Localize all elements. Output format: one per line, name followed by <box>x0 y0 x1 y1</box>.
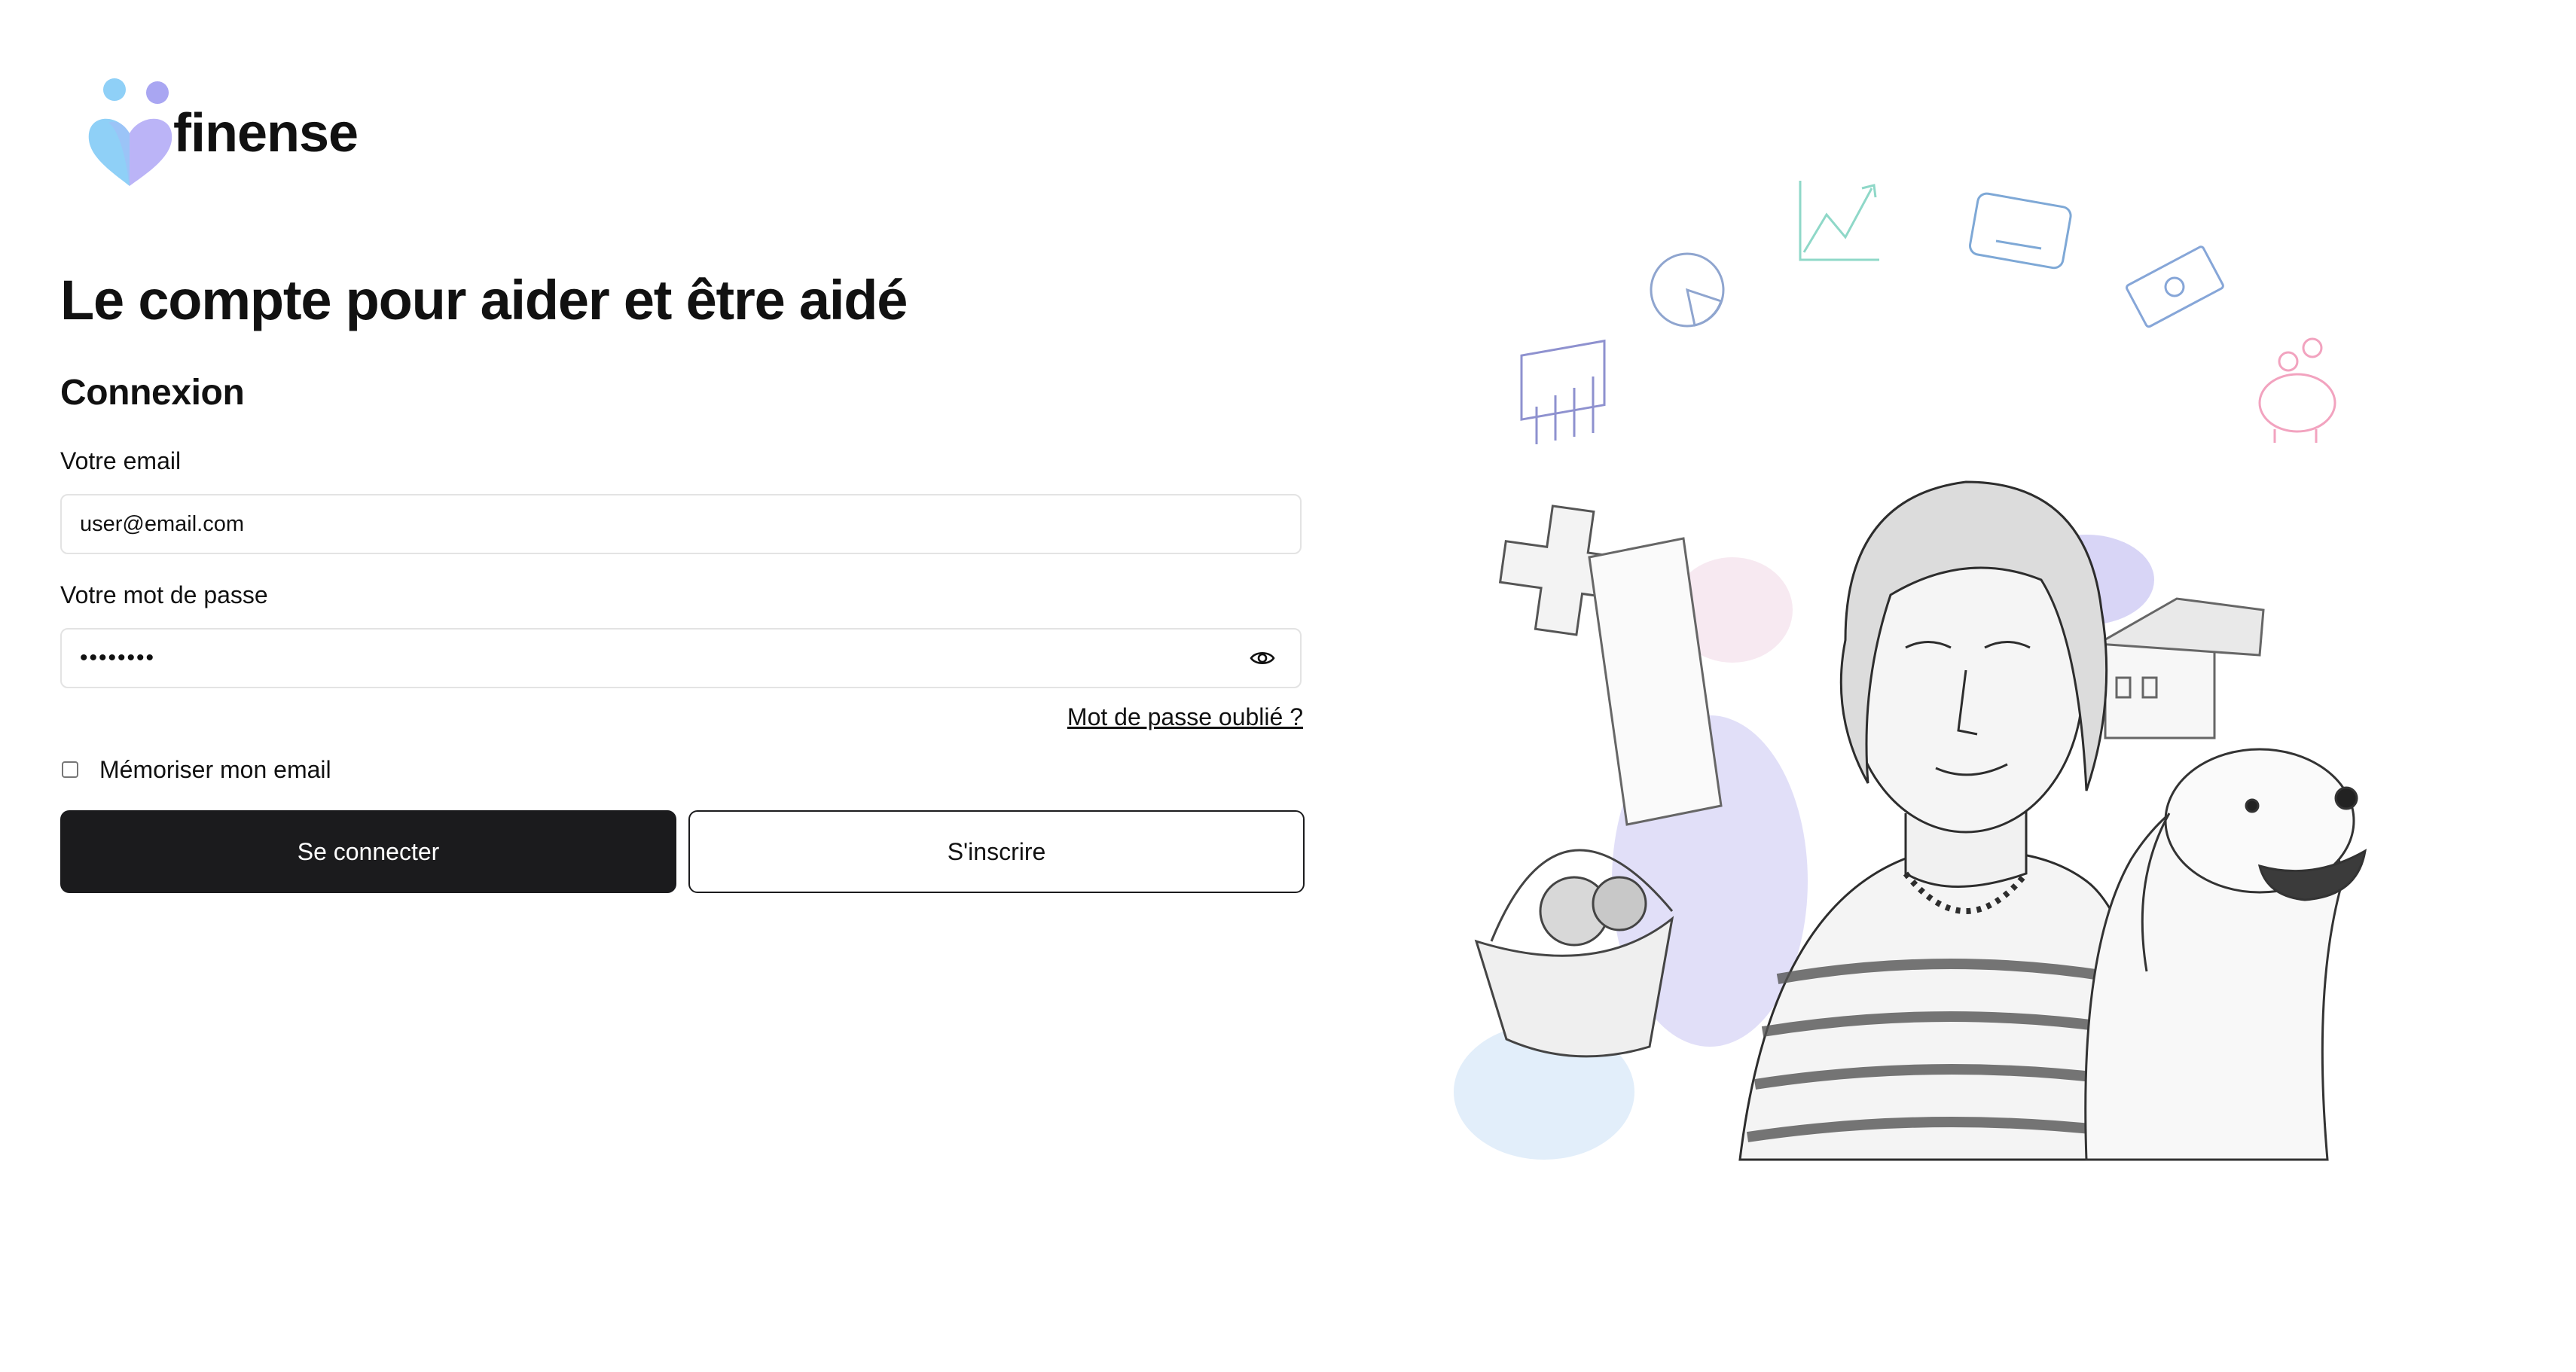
bar-chart-icon <box>1520 339 1606 444</box>
piggy-bank-icon <box>2258 337 2336 443</box>
remember-email-row[interactable]: Mémoriser mon email <box>60 753 331 786</box>
remember-email-label: Mémoriser mon email <box>99 755 331 783</box>
banknote-icon <box>2126 245 2224 328</box>
heart-logo-icon <box>88 78 172 186</box>
password-label: Votre mot de passe <box>60 581 268 608</box>
password-field[interactable] <box>60 628 1302 688</box>
pie-chart-icon <box>1650 252 1725 328</box>
login-page: finense Le compte pour aider et être aid… <box>0 0 2576 1372</box>
dog-portrait <box>2084 748 2367 1161</box>
email-label: Votre email <box>60 447 182 474</box>
login-title: Connexion <box>60 373 245 413</box>
login-panel: finense Le compte pour aider et être aid… <box>60 0 1305 1372</box>
remember-email-checkbox[interactable] <box>62 761 78 778</box>
trend-chart-icon <box>1799 181 1879 261</box>
brand-name: finense <box>173 103 359 163</box>
credit-card-icon <box>1969 192 2072 270</box>
login-button[interactable]: Se connecter <box>60 810 676 893</box>
eye-icon[interactable] <box>1247 643 1277 673</box>
page-headline: Le compte pour aider et être aidé <box>60 269 908 331</box>
email-input[interactable] <box>62 495 1300 553</box>
forgot-password-link[interactable]: Mot de passe oublié ? <box>1067 703 1303 731</box>
brand-logo[interactable]: finense <box>78 65 395 193</box>
house-drawing <box>2093 597 2265 739</box>
password-input[interactable] <box>62 630 1247 687</box>
woman-dog-illustration <box>1454 181 2367 1161</box>
basket-drawing <box>1474 849 1674 1058</box>
email-field[interactable] <box>60 494 1302 554</box>
hero-illustration <box>1424 158 2403 1258</box>
signup-button[interactable]: S'inscrire <box>688 810 1305 893</box>
